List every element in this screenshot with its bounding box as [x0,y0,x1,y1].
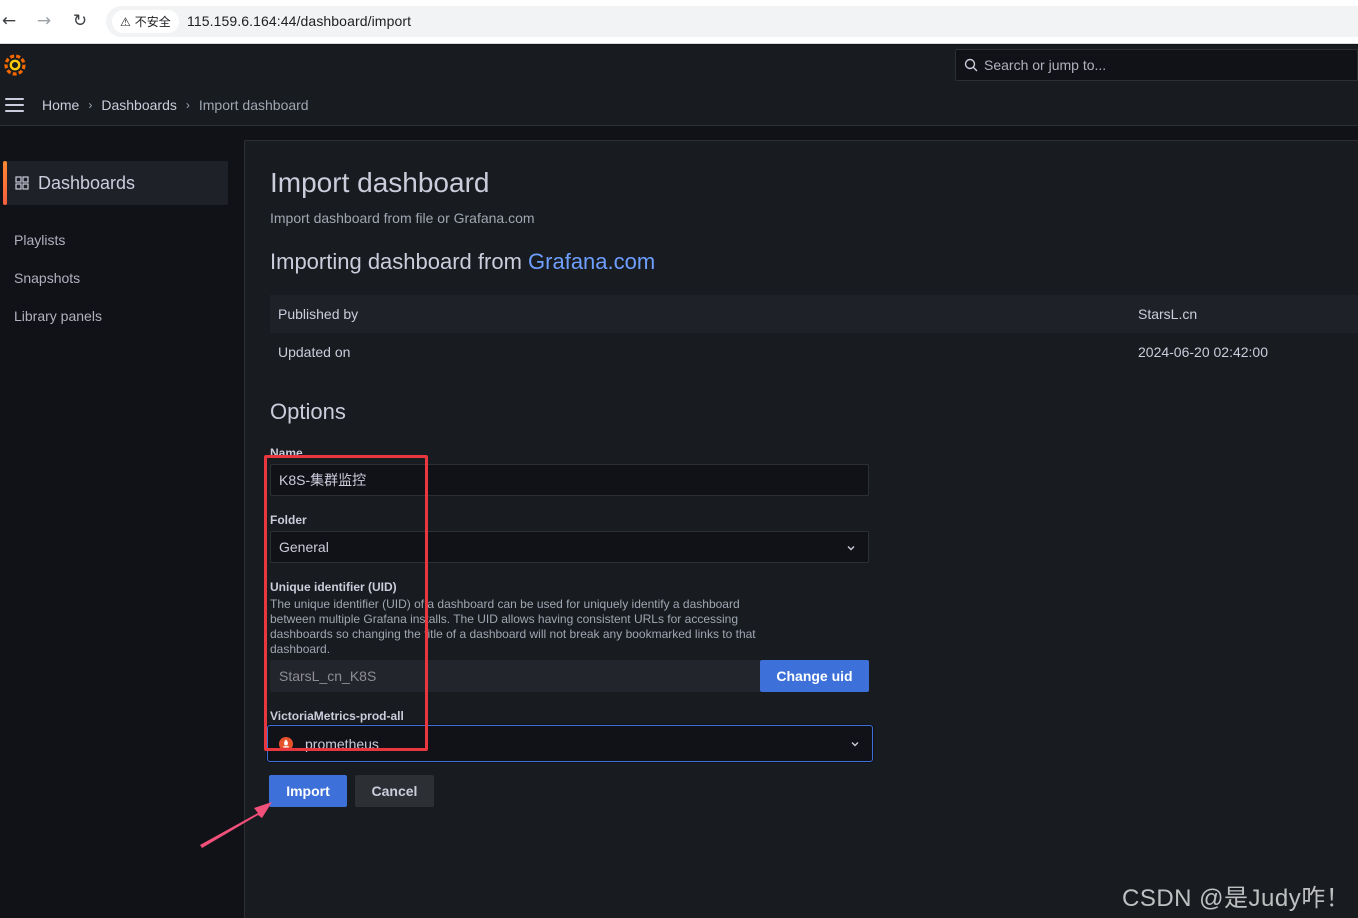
breadcrumb-separator: › [88,98,93,112]
import-button[interactable]: Import [269,775,347,807]
apps-grid-icon [15,176,29,190]
security-indicator[interactable]: ⚠ 不安全 [112,10,179,33]
annotation-arrow-icon [200,802,272,848]
dashboard-info-table: Published by StarsL.cn Updated on 2024-0… [270,295,1358,371]
reload-icon[interactable]: ↻ [69,10,91,32]
browser-toolbar: ← → ↻ ⚠ 不安全 115.159.6.164:44/dashboard/i… [0,0,1358,44]
change-uid-button[interactable]: Change uid [760,660,869,692]
table-row: Updated on 2024-06-20 02:42:00 [270,333,1358,371]
address-bar[interactable]: ⚠ 不安全 115.159.6.164:44/dashboard/import [106,6,1358,37]
updated-on-value: 2024-06-20 02:42:00 [1138,344,1268,360]
datasource-selected-value: prometheus [305,736,379,752]
import-source-prefix: Importing dashboard from [270,249,529,274]
watermark: CSDN @是Judy咋！ [1122,885,1351,912]
main-panel: Import dashboard Import dashboard from f… [244,140,1358,918]
name-input[interactable]: K8S-集群监控 [270,464,869,496]
sidebar-item-label: Dashboards [38,173,136,193]
updated-on-label: Updated on [278,344,351,360]
hamburger-menu-icon[interactable] [5,98,24,112]
name-field-label: Name [270,446,303,460]
sidebar-item-snapshots[interactable]: Snapshots [14,270,80,286]
breadcrumb-separator: › [185,98,190,112]
back-arrow-icon[interactable]: ← [0,10,20,32]
sidebar-item-dashboards[interactable]: Dashboards [3,161,228,205]
grafana-logo-icon[interactable] [3,53,27,77]
search-icon [964,58,978,72]
breadcrumb-current: Import dashboard [198,97,309,113]
grafana-com-link[interactable]: Grafana.com [528,249,655,274]
folder-field-label: Folder [270,513,307,527]
sidebar-item-playlists[interactable]: Playlists [14,232,65,248]
uid-description: The unique identifier (UID) of a dashboa… [270,597,756,656]
table-row: Published by StarsL.cn [270,295,1358,333]
breadcrumb: Home › Dashboards › Import dashboard [42,97,309,113]
sidebar-item-library-panels[interactable]: Library panels [14,308,102,324]
page-subtitle: Import dashboard from file or Grafana.co… [270,210,535,226]
url-text[interactable]: 115.159.6.164:44/dashboard/import [187,13,411,29]
active-indicator [3,161,7,205]
security-label: 不安全 [134,15,171,29]
warning-icon: ⚠ [120,14,131,29]
forward-arrow-icon[interactable]: → [33,10,55,32]
uid-input[interactable]: StarsL_cn_K8S [270,660,760,692]
datasource-field-label: VictoriaMetrics-prod-all [270,709,404,723]
published-by-value: StarsL.cn [1138,306,1198,322]
published-by-label: Published by [278,306,359,322]
prometheus-icon [279,737,293,751]
search-input[interactable]: Search or jump to... [955,49,1358,81]
folder-selected-value: General [279,539,329,555]
folder-select[interactable]: General [270,531,869,563]
import-source-heading: Importing dashboard from Grafana.com [270,249,655,275]
cancel-button[interactable]: Cancel [355,775,434,807]
breadcrumb-bar: Home › Dashboards › Import dashboard [0,85,1358,126]
search-placeholder: Search or jump to... [984,57,1107,73]
chevron-down-icon [847,546,855,551]
datasource-select[interactable]: prometheus [267,725,873,762]
uid-field-label: Unique identifier (UID) [270,580,397,594]
chevron-down-icon [851,742,859,747]
top-navigation: Search or jump to... [0,45,1358,85]
page-title: Import dashboard [270,167,490,198]
options-heading: Options [270,399,346,424]
breadcrumb-dashboards[interactable]: Dashboards [101,97,177,113]
breadcrumb-home[interactable]: Home [42,97,79,113]
